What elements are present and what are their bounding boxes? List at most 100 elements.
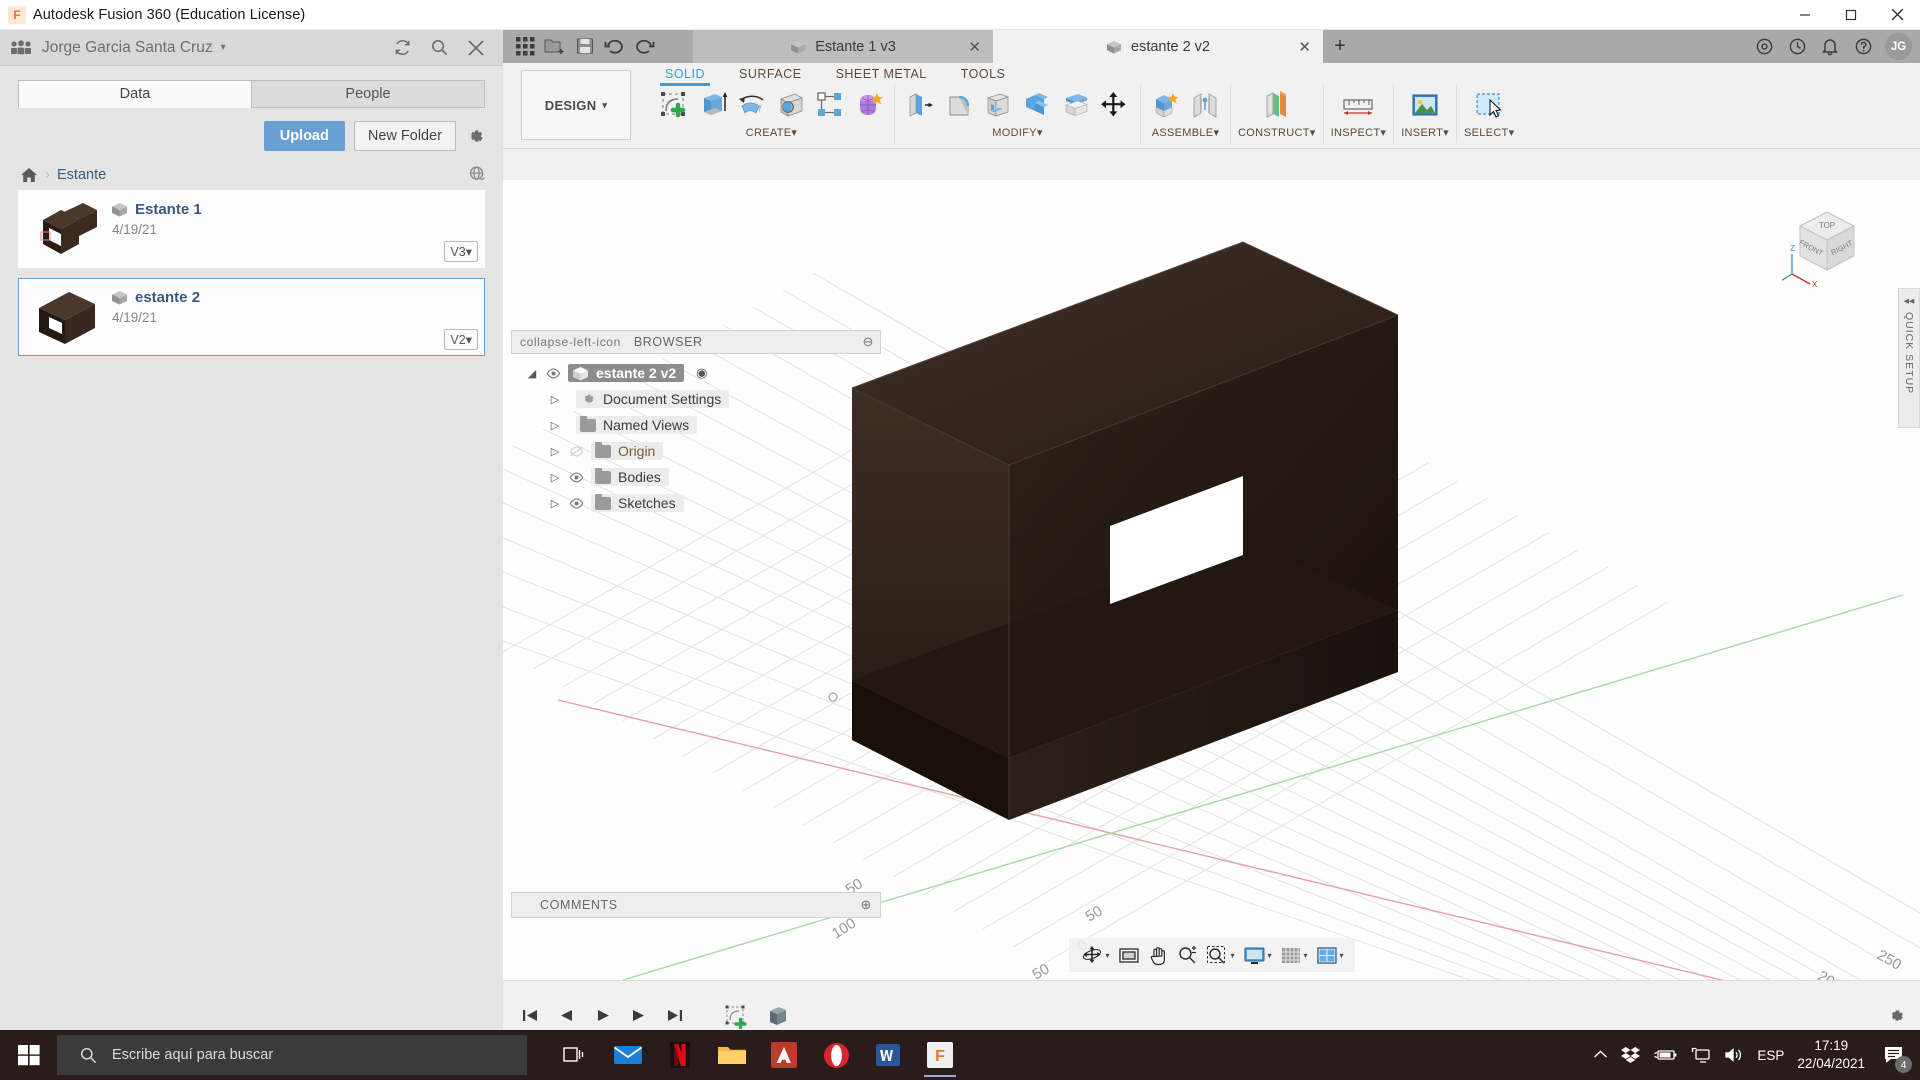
search-input[interactable]: Escribe aquí para buscar <box>57 1035 527 1075</box>
sketch-feature-icon[interactable] <box>723 1002 751 1030</box>
tree-row[interactable]: ▷ Document Settings <box>511 386 881 412</box>
skip-end-icon[interactable] <box>663 1005 685 1027</box>
expand-arrow-icon[interactable]: ▷ <box>548 445 562 458</box>
collapse-left-icon[interactable]: collapse-left-icon <box>520 335 621 349</box>
dropbox-icon[interactable] <box>1621 1046 1641 1064</box>
undo-icon[interactable] <box>601 34 629 58</box>
pan-hand-icon[interactable] <box>1144 942 1171 968</box>
tab-data[interactable]: Data <box>18 80 251 108</box>
help-circle-icon[interactable] <box>1749 30 1779 63</box>
workspace-switcher[interactable]: DESIGN ▾ <box>521 70 631 140</box>
press-pull-icon[interactable] <box>902 87 938 123</box>
quick-setup-panel[interactable]: ◂◂ QUICK SETUP <box>1898 288 1920 428</box>
bell-icon[interactable] <box>1815 30 1845 63</box>
zoom-window-icon[interactable]: ▾ <box>1202 942 1237 968</box>
orbit-icon[interactable]: ▾ <box>1076 942 1112 968</box>
extrude-feature-icon[interactable] <box>765 1002 793 1030</box>
offset-plane-icon[interactable] <box>1256 87 1298 123</box>
close-button[interactable] <box>1874 0 1920 30</box>
document-tab[interactable]: Estante 1 v3 ✕ <box>693 30 993 63</box>
display-settings-icon[interactable]: ▾ <box>1239 942 1274 968</box>
tab-sheet-metal[interactable]: SHEET METAL <box>834 67 929 81</box>
clock-icon[interactable] <box>1782 30 1812 63</box>
version-badge[interactable]: V3▾ <box>444 241 478 262</box>
measure-icon[interactable] <box>1337 87 1379 123</box>
battery-icon[interactable] <box>1653 1048 1678 1062</box>
netflix-app-icon[interactable] <box>657 1032 703 1078</box>
question-icon[interactable] <box>1848 30 1878 63</box>
extrude-icon[interactable] <box>695 87 731 123</box>
network-icon[interactable] <box>1691 1047 1711 1063</box>
fusion360-app-icon[interactable]: F <box>917 1032 963 1078</box>
offset-face-icon[interactable] <box>1058 87 1094 123</box>
gear-icon[interactable] <box>465 126 485 146</box>
zoom-icon[interactable] <box>1173 942 1200 968</box>
step-forward-icon[interactable] <box>627 1005 649 1027</box>
opera-app-icon[interactable] <box>813 1032 859 1078</box>
3d-canvas[interactable]: 50 0 50 100 50 400 350 300 250 200 <box>503 180 1920 980</box>
eye-icon[interactable] <box>568 498 585 509</box>
tab-people[interactable]: People <box>251 80 485 108</box>
joint-icon[interactable] <box>1187 87 1223 123</box>
minimize-icon[interactable]: ⊖ <box>863 334 875 350</box>
chevron-down-icon[interactable]: ▾ <box>1267 951 1271 960</box>
step-back-icon[interactable] <box>555 1005 577 1027</box>
globe-icon[interactable] <box>468 165 487 184</box>
new-folder-button[interactable]: New Folder <box>353 121 456 151</box>
skip-start-icon[interactable] <box>519 1005 541 1027</box>
close-icon[interactable]: ✕ <box>968 38 981 56</box>
list-item[interactable]: Estante 1 4/19/21 V3▾ <box>18 190 485 268</box>
chevron-down-icon[interactable]: ▾ <box>1304 951 1308 960</box>
tab-surface[interactable]: SURFACE <box>737 67 804 81</box>
breadcrumb-folder[interactable]: Estante <box>57 167 106 183</box>
revolve-icon[interactable] <box>734 87 770 123</box>
create-sketch-icon[interactable] <box>656 87 692 123</box>
minimize-button[interactable] <box>1782 0 1828 30</box>
list-item[interactable]: estante 2 4/19/21 V2▾ <box>18 278 485 356</box>
collapse-left-icon[interactable]: ◂◂ <box>1904 295 1915 307</box>
tree-row[interactable]: ▷ Origin <box>511 438 881 464</box>
file-name[interactable]: estante 2 <box>135 289 200 306</box>
comments-panel[interactable]: COMMENTS ⊕ <box>511 892 881 918</box>
eye-icon[interactable] <box>568 472 585 483</box>
chevron-down-icon[interactable]: ▾ <box>1230 951 1234 960</box>
select-cursor-icon[interactable] <box>1468 87 1510 123</box>
document-tab[interactable]: estante 2 v2 ✕ <box>993 30 1323 63</box>
tree-node[interactable]: Bodies <box>591 467 669 486</box>
tree-node[interactable]: Named Views <box>576 415 698 434</box>
tab-solid[interactable]: SOLID <box>659 67 711 86</box>
viewports-icon[interactable]: ▾ <box>1313 942 1347 968</box>
form-icon[interactable] <box>851 87 887 123</box>
search-icon[interactable] <box>430 38 449 57</box>
tree-row[interactable]: ▷ Sketches <box>511 490 881 516</box>
avatar[interactable]: JG <box>1885 33 1912 60</box>
group-label[interactable]: SELECT▾ <box>1464 126 1514 139</box>
tree-node[interactable]: Document Settings <box>576 390 730 408</box>
chevron-down-icon[interactable]: ▾ <box>1105 951 1109 960</box>
fillet-icon[interactable] <box>941 87 977 123</box>
chevron-down-icon[interactable]: ▾ <box>1340 951 1344 960</box>
refresh-icon[interactable] <box>393 38 412 57</box>
view-cube[interactable]: TOP FRONT RIGHT Z X <box>1782 198 1872 288</box>
expand-arrow-icon[interactable]: ▷ <box>548 471 562 484</box>
eye-off-icon[interactable] <box>568 446 585 457</box>
close-panel-icon[interactable] <box>467 39 485 57</box>
autodesk-app-icon[interactable] <box>761 1032 807 1078</box>
add-comment-icon[interactable]: ⊕ <box>861 897 873 913</box>
gear-icon[interactable] <box>1886 1006 1906 1026</box>
expand-arrow-icon[interactable]: ◢ <box>525 367 539 380</box>
upload-button[interactable]: Upload <box>263 121 345 151</box>
combine-icon[interactable] <box>1019 87 1055 123</box>
group-label[interactable]: MODIFY▾ <box>992 126 1042 139</box>
expand-arrow-icon[interactable]: ▷ <box>548 393 562 406</box>
tree-node[interactable]: estante 2 v2 <box>568 364 685 382</box>
group-label[interactable]: ASSEMBLE▾ <box>1152 126 1220 139</box>
tree-node[interactable]: Sketches <box>591 493 684 512</box>
new-component-icon[interactable] <box>1148 87 1184 123</box>
group-label[interactable]: INSERT▾ <box>1401 126 1449 139</box>
file-explorer-app-icon[interactable] <box>709 1032 755 1078</box>
insert-image-icon[interactable] <box>1404 87 1446 123</box>
file-name[interactable]: Estante 1 <box>135 201 202 218</box>
new-tab-button[interactable]: + <box>1323 30 1357 63</box>
user-menu[interactable]: Jorge Garcia Santa Cruz ▾ <box>0 39 226 57</box>
